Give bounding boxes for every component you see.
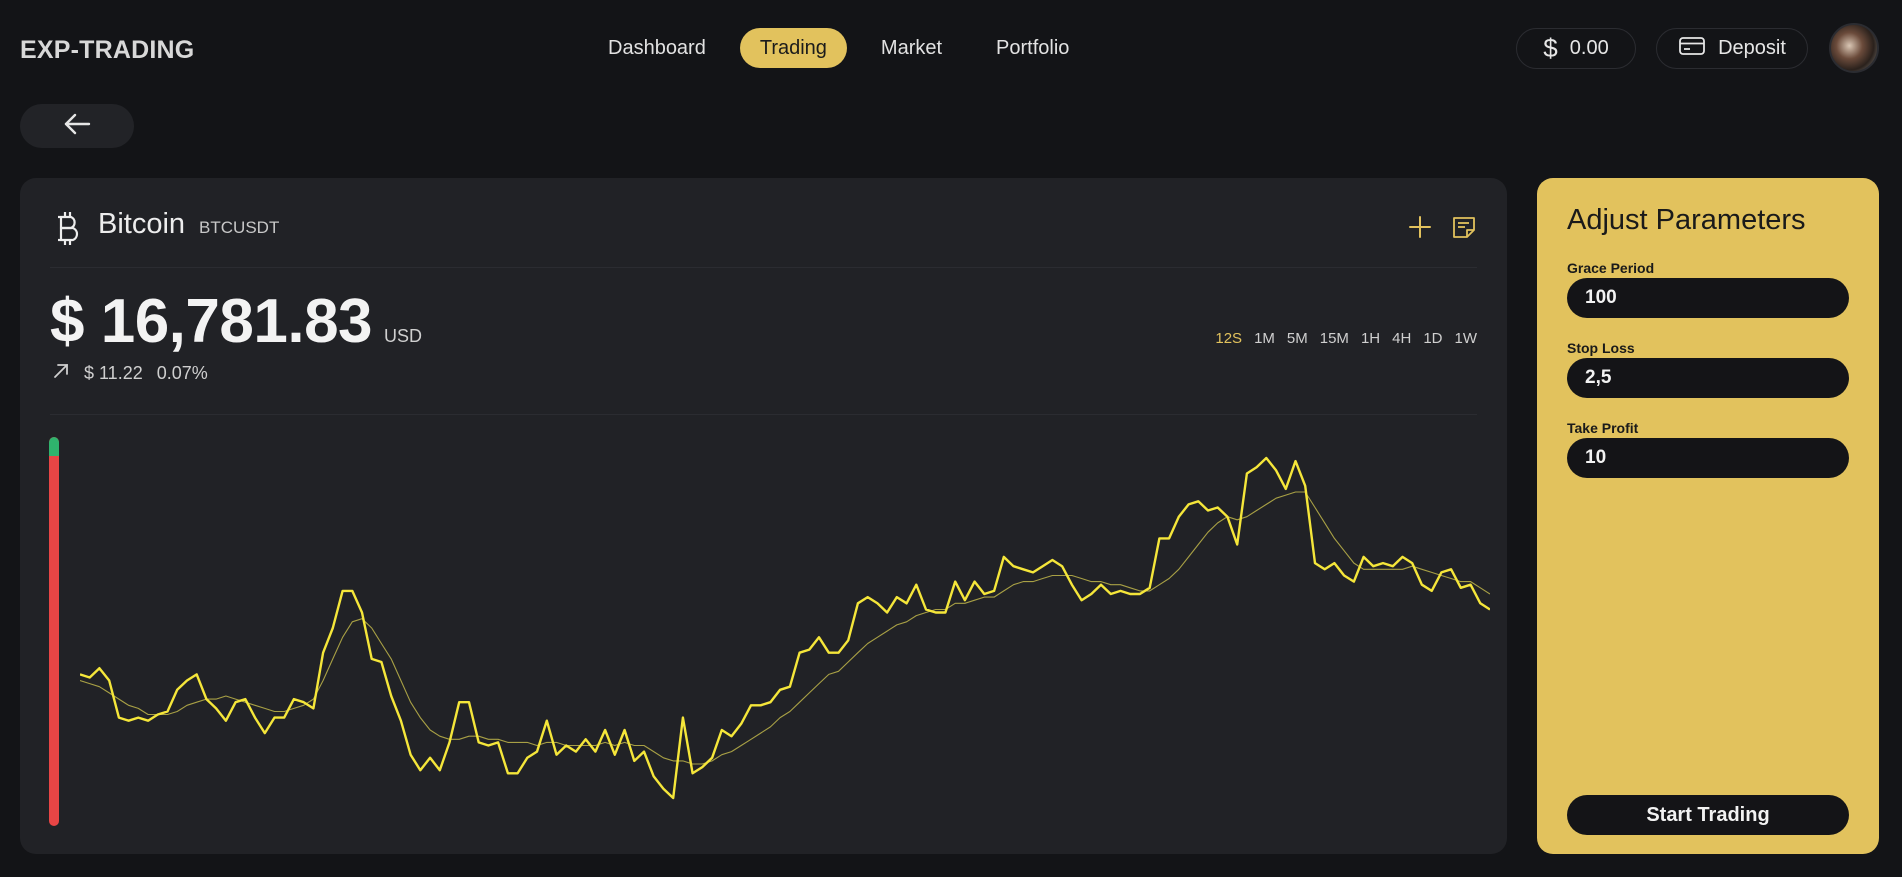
- interval-1h[interactable]: 1H: [1361, 330, 1380, 347]
- parameters-panel: Adjust Parameters Grace Period Stop Loss…: [1537, 178, 1879, 854]
- back-button[interactable]: [20, 104, 134, 148]
- price-chart[interactable]: [80, 418, 1490, 838]
- dollar-icon: $: [1543, 33, 1558, 63]
- buy-level-fill: [49, 437, 59, 457]
- balance-pill[interactable]: $ 0.00: [1516, 28, 1636, 69]
- interval-1w[interactable]: 1W: [1455, 330, 1478, 347]
- take-profit-input[interactable]: [1567, 438, 1849, 478]
- grace-period-input[interactable]: [1567, 278, 1849, 318]
- arrow-left-icon: [62, 112, 92, 141]
- nav-market[interactable]: Market: [861, 28, 962, 68]
- avatar[interactable]: [1829, 23, 1879, 73]
- nav-dashboard[interactable]: Dashboard: [588, 28, 726, 68]
- top-bar: EXP-TRADING Dashboard Trading Market Por…: [0, 0, 1902, 98]
- interval-15m[interactable]: 15M: [1320, 330, 1349, 347]
- balance-value: 0.00: [1569, 37, 1609, 59]
- interval-5m[interactable]: 5M: [1287, 330, 1308, 347]
- price-block: $ 16,781.83 USD: [50, 286, 422, 357]
- arrow-up-right-icon: [52, 362, 70, 385]
- price-divider: [50, 414, 1477, 415]
- buy-sell-level-bar: [49, 437, 59, 826]
- bitcoin-icon: [54, 208, 84, 248]
- interval-1d[interactable]: 1D: [1423, 330, 1442, 347]
- change-percent: 0.07%: [156, 363, 208, 383]
- price-line: [80, 456, 1490, 800]
- asset-symbol: BTCUSDT: [199, 218, 280, 237]
- main-nav: Dashboard Trading Market Portfolio: [588, 28, 1089, 68]
- brand-logo[interactable]: EXP-TRADING: [20, 36, 194, 65]
- stop-loss-input[interactable]: [1567, 358, 1849, 398]
- chart-card: Bitcoin BTCUSDT $ 16,781.83 USD $ 11.22 …: [20, 178, 1507, 854]
- note-icon[interactable]: [1451, 214, 1477, 245]
- card-icon: [1678, 35, 1706, 63]
- moving-average-line: [80, 491, 1490, 765]
- interval-1m[interactable]: 1M: [1254, 330, 1275, 347]
- interval-12s[interactable]: 12S: [1215, 330, 1242, 347]
- price-currency: USD: [384, 326, 423, 346]
- nav-portfolio[interactable]: Portfolio: [976, 28, 1089, 68]
- interval-4h[interactable]: 4H: [1392, 330, 1411, 347]
- parameters-title: Adjust Parameters: [1567, 204, 1806, 236]
- change-value: $ 11.22: [84, 363, 143, 383]
- deposit-label: Deposit: [1718, 37, 1786, 59]
- current-price: $ 16,781.83: [50, 287, 373, 356]
- interval-selector: 12S 1M 5M 15M 1H 4H 1D 1W: [1215, 330, 1477, 347]
- header-divider: [50, 267, 1477, 268]
- chart-actions: [1407, 214, 1477, 245]
- add-icon[interactable]: [1407, 214, 1433, 245]
- asset-header: Bitcoin BTCUSDT: [54, 208, 279, 248]
- take-profit-label: Take Profit: [1567, 420, 1639, 436]
- deposit-button[interactable]: Deposit: [1656, 28, 1808, 69]
- stop-loss-label: Stop Loss: [1567, 340, 1635, 356]
- nav-trading[interactable]: Trading: [739, 28, 847, 68]
- price-change: $ 11.22 0.07%: [52, 362, 208, 385]
- grace-period-label: Grace Period: [1567, 260, 1655, 276]
- start-trading-button[interactable]: Start Trading: [1567, 795, 1849, 835]
- asset-name: Bitcoin: [98, 208, 186, 240]
